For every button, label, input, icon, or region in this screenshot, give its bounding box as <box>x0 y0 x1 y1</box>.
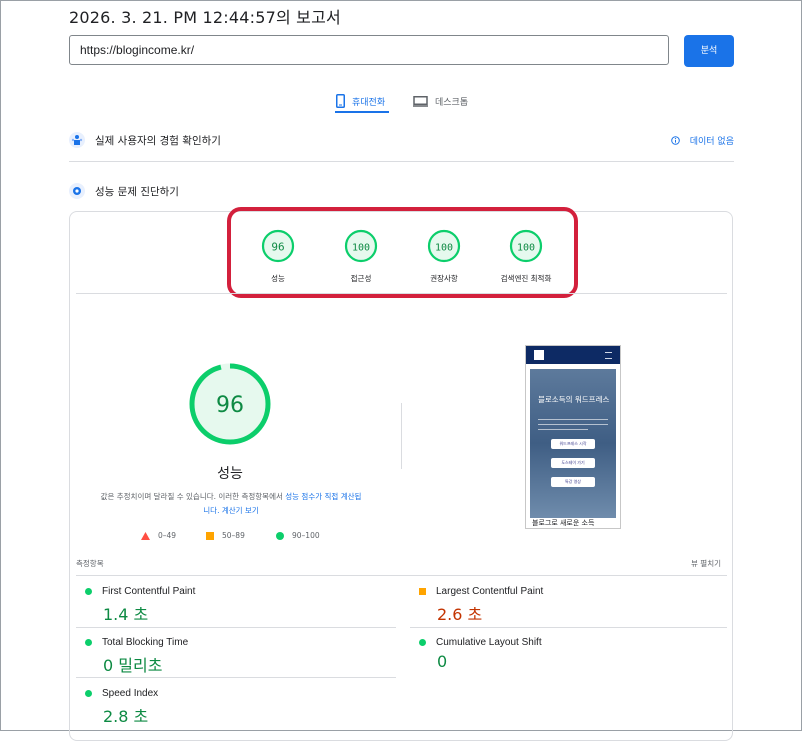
circle-green-icon <box>85 690 92 697</box>
preview-text-line <box>538 419 608 420</box>
legend-label: 90–100 <box>292 531 320 540</box>
legend-good: 90–100 <box>276 531 320 540</box>
expand-view-toggle[interactable]: 뷰 펼치기 <box>691 558 721 569</box>
performance-description: 값은 추정치이며 달라질 수 있습니다. 이러한 측정항목에서 성능 점수가 직… <box>86 490 376 518</box>
preview-bottom-text: 블로그로 새로운 소득 <box>532 519 595 527</box>
metric-name: Largest Contentful Paint <box>436 586 544 597</box>
legend-label: 0–49 <box>158 531 177 540</box>
active-tab-indicator <box>335 111 389 113</box>
performance-label: 성능 <box>217 466 243 482</box>
square-orange-icon <box>206 531 214 540</box>
metric-value: 2.8 초 <box>103 707 149 726</box>
description-text: 값은 추정치이며 달라질 수 있습니다. 이러한 측정항목에서 <box>100 492 286 501</box>
circle-green-icon <box>276 531 284 540</box>
square-orange-icon <box>419 588 426 595</box>
metric-value: 1.4 초 <box>103 605 149 624</box>
tab-desktop-label: 데스크톱 <box>435 97 469 108</box>
no-data-link[interactable]: 데이터 없음 <box>670 134 734 147</box>
diagnose-title: 성능 문제 진단하기 <box>95 185 179 198</box>
preview-hero-title: 블로소득의 워드프레스 <box>538 395 610 404</box>
diagnose-icon <box>69 183 85 199</box>
metric-value: 0 <box>437 652 448 671</box>
tab-mobile[interactable]: 휴대전화 <box>336 89 385 113</box>
score-calc-link[interactable]: 성능 점수가 직접 계산됩 <box>285 492 361 501</box>
preview-text-line <box>538 424 608 425</box>
no-data-label: 데이터 없음 <box>689 136 734 147</box>
field-data-section: 실제 사용자의 경험 확인하기 데이터 없음 <box>69 124 734 156</box>
page-title: 2026. 3. 21. PM 12:44:57의 보고서 <box>69 8 341 27</box>
circle-green-icon <box>419 639 426 646</box>
performance-score: 96 <box>216 393 244 418</box>
page-preview: 블로소득의 워드프레스 워드프레스 시작 도스테이 가기 특강 영상 블로그로 … <box>525 345 621 529</box>
metric-name: Speed Index <box>102 688 159 699</box>
metric-name: First Contentful Paint <box>102 586 196 597</box>
metrics-divider <box>76 627 396 628</box>
metrics-divider <box>410 627 727 628</box>
url-input[interactable]: https://blogincome.kr/ <box>69 35 669 65</box>
card-divider <box>76 293 727 294</box>
info-icon <box>670 135 680 145</box>
metric-tbt: Total Blocking Time 0 밀리초 <box>85 637 385 676</box>
metric-fcp: First Contentful Paint 1.4 초 <box>85 586 385 625</box>
metrics-divider <box>76 575 727 576</box>
metrics-divider <box>76 677 396 678</box>
preview-header <box>526 346 620 364</box>
analyze-button[interactable]: 분석 <box>684 35 734 67</box>
vertical-divider <box>401 403 402 469</box>
performance-gauge: 96 <box>189 363 271 445</box>
metric-lcp: Largest Contentful Paint 2.6 초 <box>419 586 719 625</box>
diagnose-section: 성능 문제 진단하기 <box>69 175 734 207</box>
legend-average: 50–89 <box>206 531 245 540</box>
users-icon <box>69 132 85 148</box>
desktop-icon <box>413 95 428 107</box>
preview-text-line <box>538 429 588 430</box>
smartphone-icon <box>336 94 345 108</box>
calculator-link[interactable]: 니다. 계산기 보기 <box>203 506 258 515</box>
field-data-title: 실제 사용자의 경험 확인하기 <box>95 134 221 147</box>
preview-hero: 블로소득의 워드프레스 워드프레스 시작 도스테이 가기 특강 영상 <box>530 369 616 518</box>
preview-button: 워드프레스 시작 <box>551 439 595 449</box>
highlight-box <box>227 207 578 298</box>
circle-green-icon <box>85 588 92 595</box>
tab-desktop[interactable]: 데스크톱 <box>413 89 468 113</box>
preview-logo <box>534 350 544 360</box>
metric-speed-index: Speed Index 2.8 초 <box>85 688 385 727</box>
metric-name: Cumulative Layout Shift <box>436 637 542 648</box>
preview-button: 특강 영상 <box>551 477 595 487</box>
legend-poor: 0–49 <box>141 531 176 540</box>
legend-label: 50–89 <box>222 531 245 540</box>
metric-cls: Cumulative Layout Shift 0 <box>419 637 719 671</box>
preview-menu-icon <box>605 352 612 359</box>
metric-value: 2.6 초 <box>437 605 483 624</box>
triangle-red-icon <box>141 531 150 540</box>
metric-name: Total Blocking Time <box>102 637 189 648</box>
metric-value: 0 밀리초 <box>103 656 163 675</box>
tab-mobile-label: 휴대전화 <box>352 97 386 108</box>
preview-button: 도스테이 가기 <box>551 458 595 468</box>
metrics-header: 측정항목 <box>76 559 104 568</box>
circle-green-icon <box>85 639 92 646</box>
section-divider <box>69 161 734 162</box>
